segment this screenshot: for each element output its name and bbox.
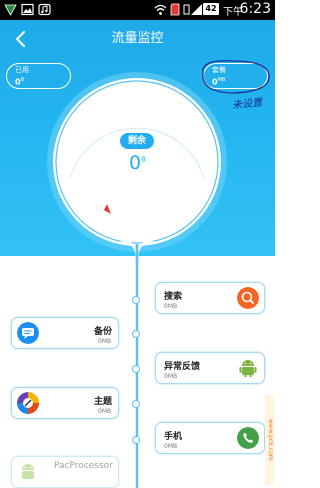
app-card-title: 主题	[94, 397, 113, 407]
app-card-usage: 0MB	[98, 338, 112, 345]
watermark: www.pc6.com	[265, 395, 274, 485]
app-card-title: 搜索	[164, 292, 183, 302]
app-card-backup[interactable]: 备份 0MB	[11, 317, 119, 349]
timeline-node	[132, 330, 140, 338]
app-card-usage: 0MB	[98, 408, 112, 415]
timeline-node	[132, 400, 140, 408]
chat-bubble-icon	[17, 322, 39, 344]
app-card-pacprocessor[interactable]: PacProcessor	[11, 456, 119, 488]
app-card-title: PacProcessor	[54, 461, 113, 471]
app-card-feedback[interactable]: 异常反馈 0MB	[155, 352, 265, 384]
remain-badge: 剩余	[120, 133, 154, 149]
timeline-node	[132, 365, 140, 373]
timeline-node	[132, 296, 140, 304]
theme-brush-icon	[17, 392, 39, 414]
app-card-title: 异常反馈	[164, 362, 201, 372]
app-card-title: 手机	[164, 432, 183, 442]
phone-icon	[237, 427, 259, 449]
app-card-phone[interactable]: 手机 0MB	[155, 422, 265, 454]
timeline-node	[132, 436, 140, 444]
remain-value: 0B	[129, 152, 146, 174]
android-icon	[22, 464, 34, 479]
app-card-search[interactable]: 搜索 0MB	[155, 282, 265, 314]
search-icon	[237, 287, 259, 309]
app-card-title: 备份	[94, 327, 113, 337]
app-card-usage: 0MB	[164, 443, 178, 450]
app-card-usage: 0MB	[164, 373, 178, 380]
screen: 42 下午 6:23 流量监控 已用 0B 套餐 0MB 未设置 剩余 0B 搜…	[0, 0, 275, 488]
app-card-usage: 0MB	[164, 303, 178, 310]
app-card-theme[interactable]: 主题 0MB	[11, 387, 119, 419]
android-icon	[239, 360, 257, 377]
